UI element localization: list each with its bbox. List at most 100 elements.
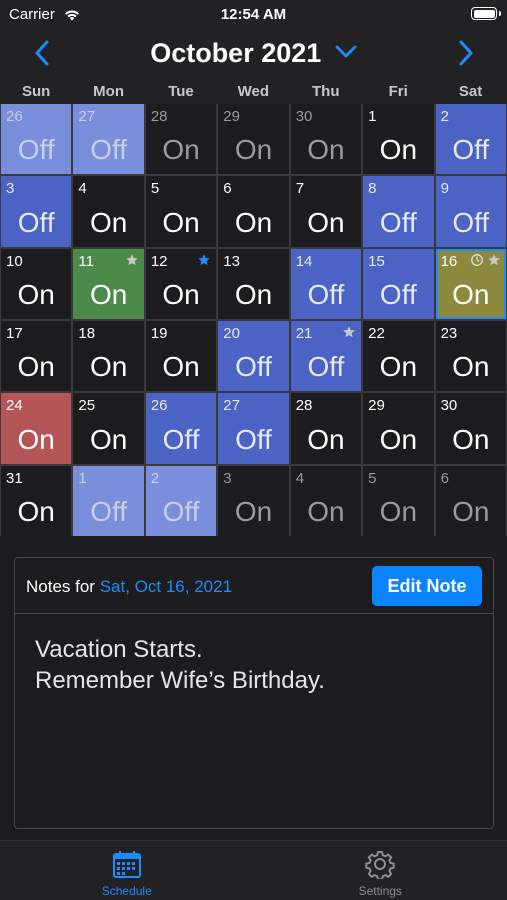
weekday-label: Thu (312, 83, 340, 100)
shift-status: On (452, 423, 490, 455)
calendar-day[interactable]: 26 Off (145, 393, 217, 464)
calendar-day[interactable]: 17 On (1, 321, 72, 392)
shift-status: On (452, 496, 490, 527)
calendar-day[interactable]: 6 On (435, 465, 506, 536)
calendar-day[interactable]: 4 On (290, 465, 362, 536)
calendar-day[interactable]: 7 On (290, 176, 362, 247)
shift-status: Off (90, 134, 128, 166)
calendar-day[interactable]: 13 On (218, 248, 289, 319)
shift-status: On (379, 134, 418, 166)
calendar-day[interactable]: 22 On (363, 321, 434, 392)
day-number: 30 (295, 108, 313, 125)
day-number: 9 (440, 180, 449, 198)
calendar-day[interactable]: 23 On (435, 321, 506, 392)
shift-status: On (234, 279, 273, 310)
tab-schedule[interactable]: Schedule (0, 841, 254, 900)
tab-settings[interactable]: Settings (254, 841, 507, 900)
shift-status: Off (235, 351, 272, 383)
calendar-day[interactable]: 18 On (73, 321, 144, 392)
shift-status: On (234, 134, 273, 166)
shift-status: On (162, 134, 200, 166)
weekday-label: Sun (22, 83, 51, 100)
calendar-day-selected[interactable]: 16 On (435, 248, 506, 319)
calendar-day[interactable]: 4 On (73, 176, 144, 247)
day-badges (342, 325, 356, 344)
calendar-day[interactable]: 19 On (145, 321, 217, 392)
day-number: 13 (223, 252, 240, 270)
calendar-day[interactable]: 29 On (218, 104, 289, 175)
calendar-day[interactable]: 20 Off (218, 321, 289, 392)
shift-status: Off (379, 279, 417, 310)
next-month-button[interactable] (452, 36, 480, 70)
shift-status: Off (379, 206, 417, 238)
calendar-day[interactable]: 5 On (363, 465, 434, 536)
calendar-day[interactable]: 9 Off (435, 176, 506, 247)
shift-status: On (162, 351, 200, 383)
calendar-day[interactable]: 2 Off (435, 104, 506, 175)
shift-status: On (17, 423, 55, 455)
month-header: October 2021 (0, 30, 507, 78)
calendar-day[interactable]: 29 On (363, 393, 434, 464)
calendar-day[interactable]: 28 On (145, 104, 217, 175)
chevron-down-icon (335, 45, 357, 58)
edit-note-button[interactable]: Edit Note (372, 566, 482, 606)
day-number: 29 (368, 397, 385, 415)
star-icon (125, 253, 139, 272)
weekday-row: Sun Mon Tue Wed Thu Fri Sat (0, 78, 507, 104)
day-number: 12 (150, 252, 168, 270)
calendar-day[interactable]: 3 On (218, 465, 289, 536)
day-number: 28 (150, 108, 168, 125)
calendar-day[interactable]: 30 On (290, 104, 362, 175)
day-badges (197, 253, 211, 272)
calendar-day[interactable]: 10 On (1, 248, 72, 319)
day-number: 1 (78, 469, 87, 487)
day-number: 20 (223, 325, 240, 342)
day-number: 21 (295, 325, 313, 342)
calendar-day[interactable]: 26 Off (1, 104, 72, 175)
calendar-day[interactable]: 14 Off (290, 248, 362, 319)
calendar-day[interactable]: 15 Off (363, 248, 434, 319)
shift-status: On (234, 496, 273, 527)
weekday-label: Wed (237, 83, 270, 100)
calendar-day[interactable]: 5 On (145, 176, 217, 247)
shift-status: Off (90, 496, 128, 527)
calendar-day[interactable]: 25 On (73, 393, 144, 464)
calendar-day[interactable]: 11 On (73, 248, 144, 319)
calendar-day[interactable]: 27 Off (73, 104, 144, 175)
day-number: 4 (295, 469, 305, 487)
calendar-day[interactable]: 30 On (435, 393, 506, 464)
calendar-day[interactable]: 1 On (363, 104, 434, 175)
calendar-day[interactable]: 12 On (145, 248, 217, 319)
notes-date: Sat, Oct 16, 2021 (99, 577, 233, 596)
calendar-day[interactable]: 6 On (218, 176, 289, 247)
shift-status: On (89, 279, 128, 310)
status-bar: Carrier 12:54 AM (0, 0, 507, 30)
shift-status: On (307, 423, 345, 455)
battery-icon (471, 7, 501, 20)
shift-status: Off (452, 206, 490, 238)
month-picker-button[interactable]: October 2021 (0, 38, 507, 69)
calendar-day[interactable]: 31 On (1, 465, 72, 536)
calendar-day[interactable]: 1 Off (73, 465, 144, 536)
calendar-icon (112, 851, 141, 878)
shift-status: On (89, 351, 128, 383)
calendar-day[interactable]: 3 Off (1, 176, 72, 247)
shift-status: Off (17, 134, 55, 166)
calendar-day[interactable]: 2 Off (145, 465, 217, 536)
calendar-day[interactable]: 28 On (290, 393, 362, 464)
shift-status: On (17, 496, 55, 527)
star-icon (487, 253, 501, 272)
calendar-day[interactable]: 27 Off (218, 393, 289, 464)
day-number: 22 (368, 325, 385, 342)
shift-status: On (162, 279, 200, 310)
calendar-day[interactable]: 8 Off (363, 176, 434, 247)
day-number: 19 (150, 325, 168, 342)
day-number: 5 (368, 469, 377, 487)
gear-icon (365, 851, 395, 879)
note-line: Vacation Starts. (35, 636, 203, 663)
day-number: 10 (6, 252, 23, 270)
day-number: 27 (223, 397, 240, 415)
calendar-day[interactable]: 24 On (1, 393, 72, 464)
day-number: 2 (440, 108, 449, 125)
calendar-day[interactable]: 21 Off (290, 321, 362, 392)
